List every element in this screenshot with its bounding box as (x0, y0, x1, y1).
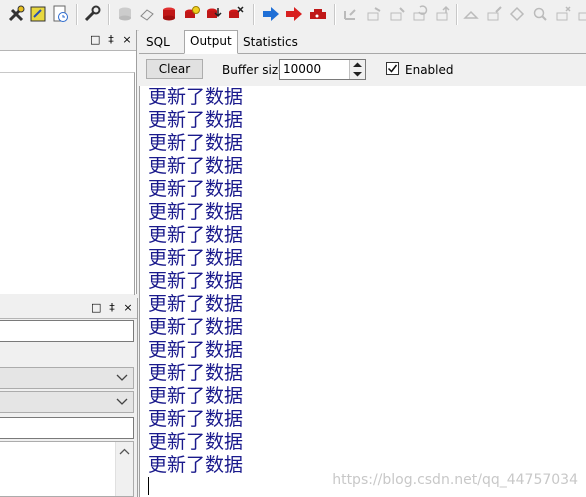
chevron-down-icon (116, 374, 128, 381)
output-line: 更新了数据 (148, 362, 244, 384)
nav-insert-icon[interactable] (461, 4, 481, 24)
tab-sql[interactable]: SQL (141, 33, 175, 53)
text-caret (148, 477, 149, 495)
output-line: 更新了数据 (148, 339, 244, 361)
tab-output[interactable]: Output (184, 30, 238, 54)
output-line: 更新了数据 (148, 109, 244, 131)
clear-button[interactable]: Clear (146, 59, 203, 79)
output-line: 更新了数据 (148, 408, 244, 430)
output-line: 更新了数据 (148, 293, 244, 315)
restore-icon[interactable]: □ (91, 301, 101, 314)
output-line: 更新了数据 (148, 431, 244, 453)
restore-icon[interactable]: □ (90, 33, 100, 46)
object-list[interactable] (0, 441, 134, 497)
object-tree[interactable] (0, 72, 135, 295)
nav-refresh-icon[interactable] (410, 4, 430, 24)
wrench-icon[interactable] (82, 4, 102, 24)
close-icon[interactable]: × (123, 301, 133, 314)
panel-header: □ ‡ × (0, 30, 136, 51)
output-options-bar: Clear Buffer size 10000 Enabled (139, 54, 586, 86)
output-line: 更新了数据 (148, 385, 244, 407)
close-icon[interactable]: × (122, 33, 132, 46)
toolbar-separator (76, 4, 78, 25)
toolbar-separator (334, 4, 336, 25)
nav-up-icon[interactable] (433, 4, 453, 24)
edit-icon[interactable] (28, 4, 48, 24)
dbms-output-area[interactable]: 更新了数据 更新了数据 更新了数据 更新了数据 更新了数据 更新了数据 更新了数据 更新了数据… (139, 86, 586, 497)
owner-select[interactable] (0, 367, 134, 389)
output-line: 更新了数据 (148, 454, 244, 476)
nav-more-icon[interactable] (574, 4, 586, 24)
window-list-panel: □ ‡ × (0, 298, 138, 497)
nav-post-icon[interactable] (507, 4, 527, 24)
chevron-up-icon[interactable] (116, 444, 133, 460)
enabled-checkbox[interactable] (386, 62, 399, 75)
nav-cancel-icon[interactable] (553, 4, 573, 24)
spin-down-icon[interactable] (350, 69, 365, 78)
toolbar-separator (253, 4, 255, 25)
output-line: 更新了数据 (148, 86, 244, 108)
buffer-size-spinner[interactable] (349, 60, 365, 79)
pin-icon[interactable]: ‡ (106, 33, 116, 46)
tab-statistics[interactable]: Statistics (238, 33, 303, 53)
search-input[interactable] (0, 417, 134, 439)
nav-edit-icon[interactable] (484, 4, 504, 24)
main-toolbar (0, 0, 586, 31)
tools-icon[interactable] (6, 4, 26, 24)
type-select[interactable] (0, 391, 134, 413)
checkmark-icon (387, 64, 398, 73)
toolbar-separator (108, 4, 110, 25)
spin-up-icon[interactable] (350, 60, 365, 69)
output-line: 更新了数据 (148, 270, 244, 292)
panel-header: □ ‡ × (0, 298, 137, 319)
buffer-size-label: Buffer size (222, 63, 286, 77)
filter-input[interactable] (0, 320, 134, 342)
toolbar-separator (456, 4, 458, 25)
database-delete-icon[interactable] (225, 4, 245, 24)
output-line: 更新了数据 (148, 316, 244, 338)
output-line: 更新了数据 (148, 201, 244, 223)
nav-search-icon[interactable] (530, 4, 550, 24)
arrow-right-red-icon[interactable] (284, 4, 304, 24)
buffer-size-input[interactable]: 10000 (279, 59, 366, 80)
output-line: 更新了数据 (148, 132, 244, 154)
output-line: 更新了数据 (148, 247, 244, 269)
chevron-down-icon (116, 398, 128, 405)
database-disabled-icon[interactable] (115, 4, 135, 24)
vertical-scrollbar[interactable] (115, 442, 133, 496)
nav-next-icon[interactable] (387, 4, 407, 24)
watermark: https://blog.csdn.net/qq_44757034 (332, 472, 578, 488)
arrow-right-blue-icon[interactable] (261, 4, 281, 24)
database-red-icon[interactable] (159, 4, 179, 24)
pin-icon[interactable]: ‡ (107, 301, 117, 314)
buffer-size-value: 10000 (283, 62, 322, 76)
nav-prev-icon[interactable] (364, 4, 384, 24)
editor-tabs: SQL Output Statistics (139, 30, 586, 54)
enabled-label: Enabled (405, 63, 454, 77)
stop-icon[interactable] (308, 4, 328, 24)
eraser-icon[interactable] (137, 4, 157, 24)
output-line: 更新了数据 (148, 155, 244, 177)
output-line: 更新了数据 (148, 178, 244, 200)
database-down-icon[interactable] (203, 4, 223, 24)
database-yellow-icon[interactable] (181, 4, 201, 24)
object-browser-panel: □ ‡ × (0, 30, 137, 295)
output-line: 更新了数据 (148, 224, 244, 246)
nav-first-icon[interactable] (341, 4, 361, 24)
document-clock-icon[interactable] (50, 4, 70, 24)
